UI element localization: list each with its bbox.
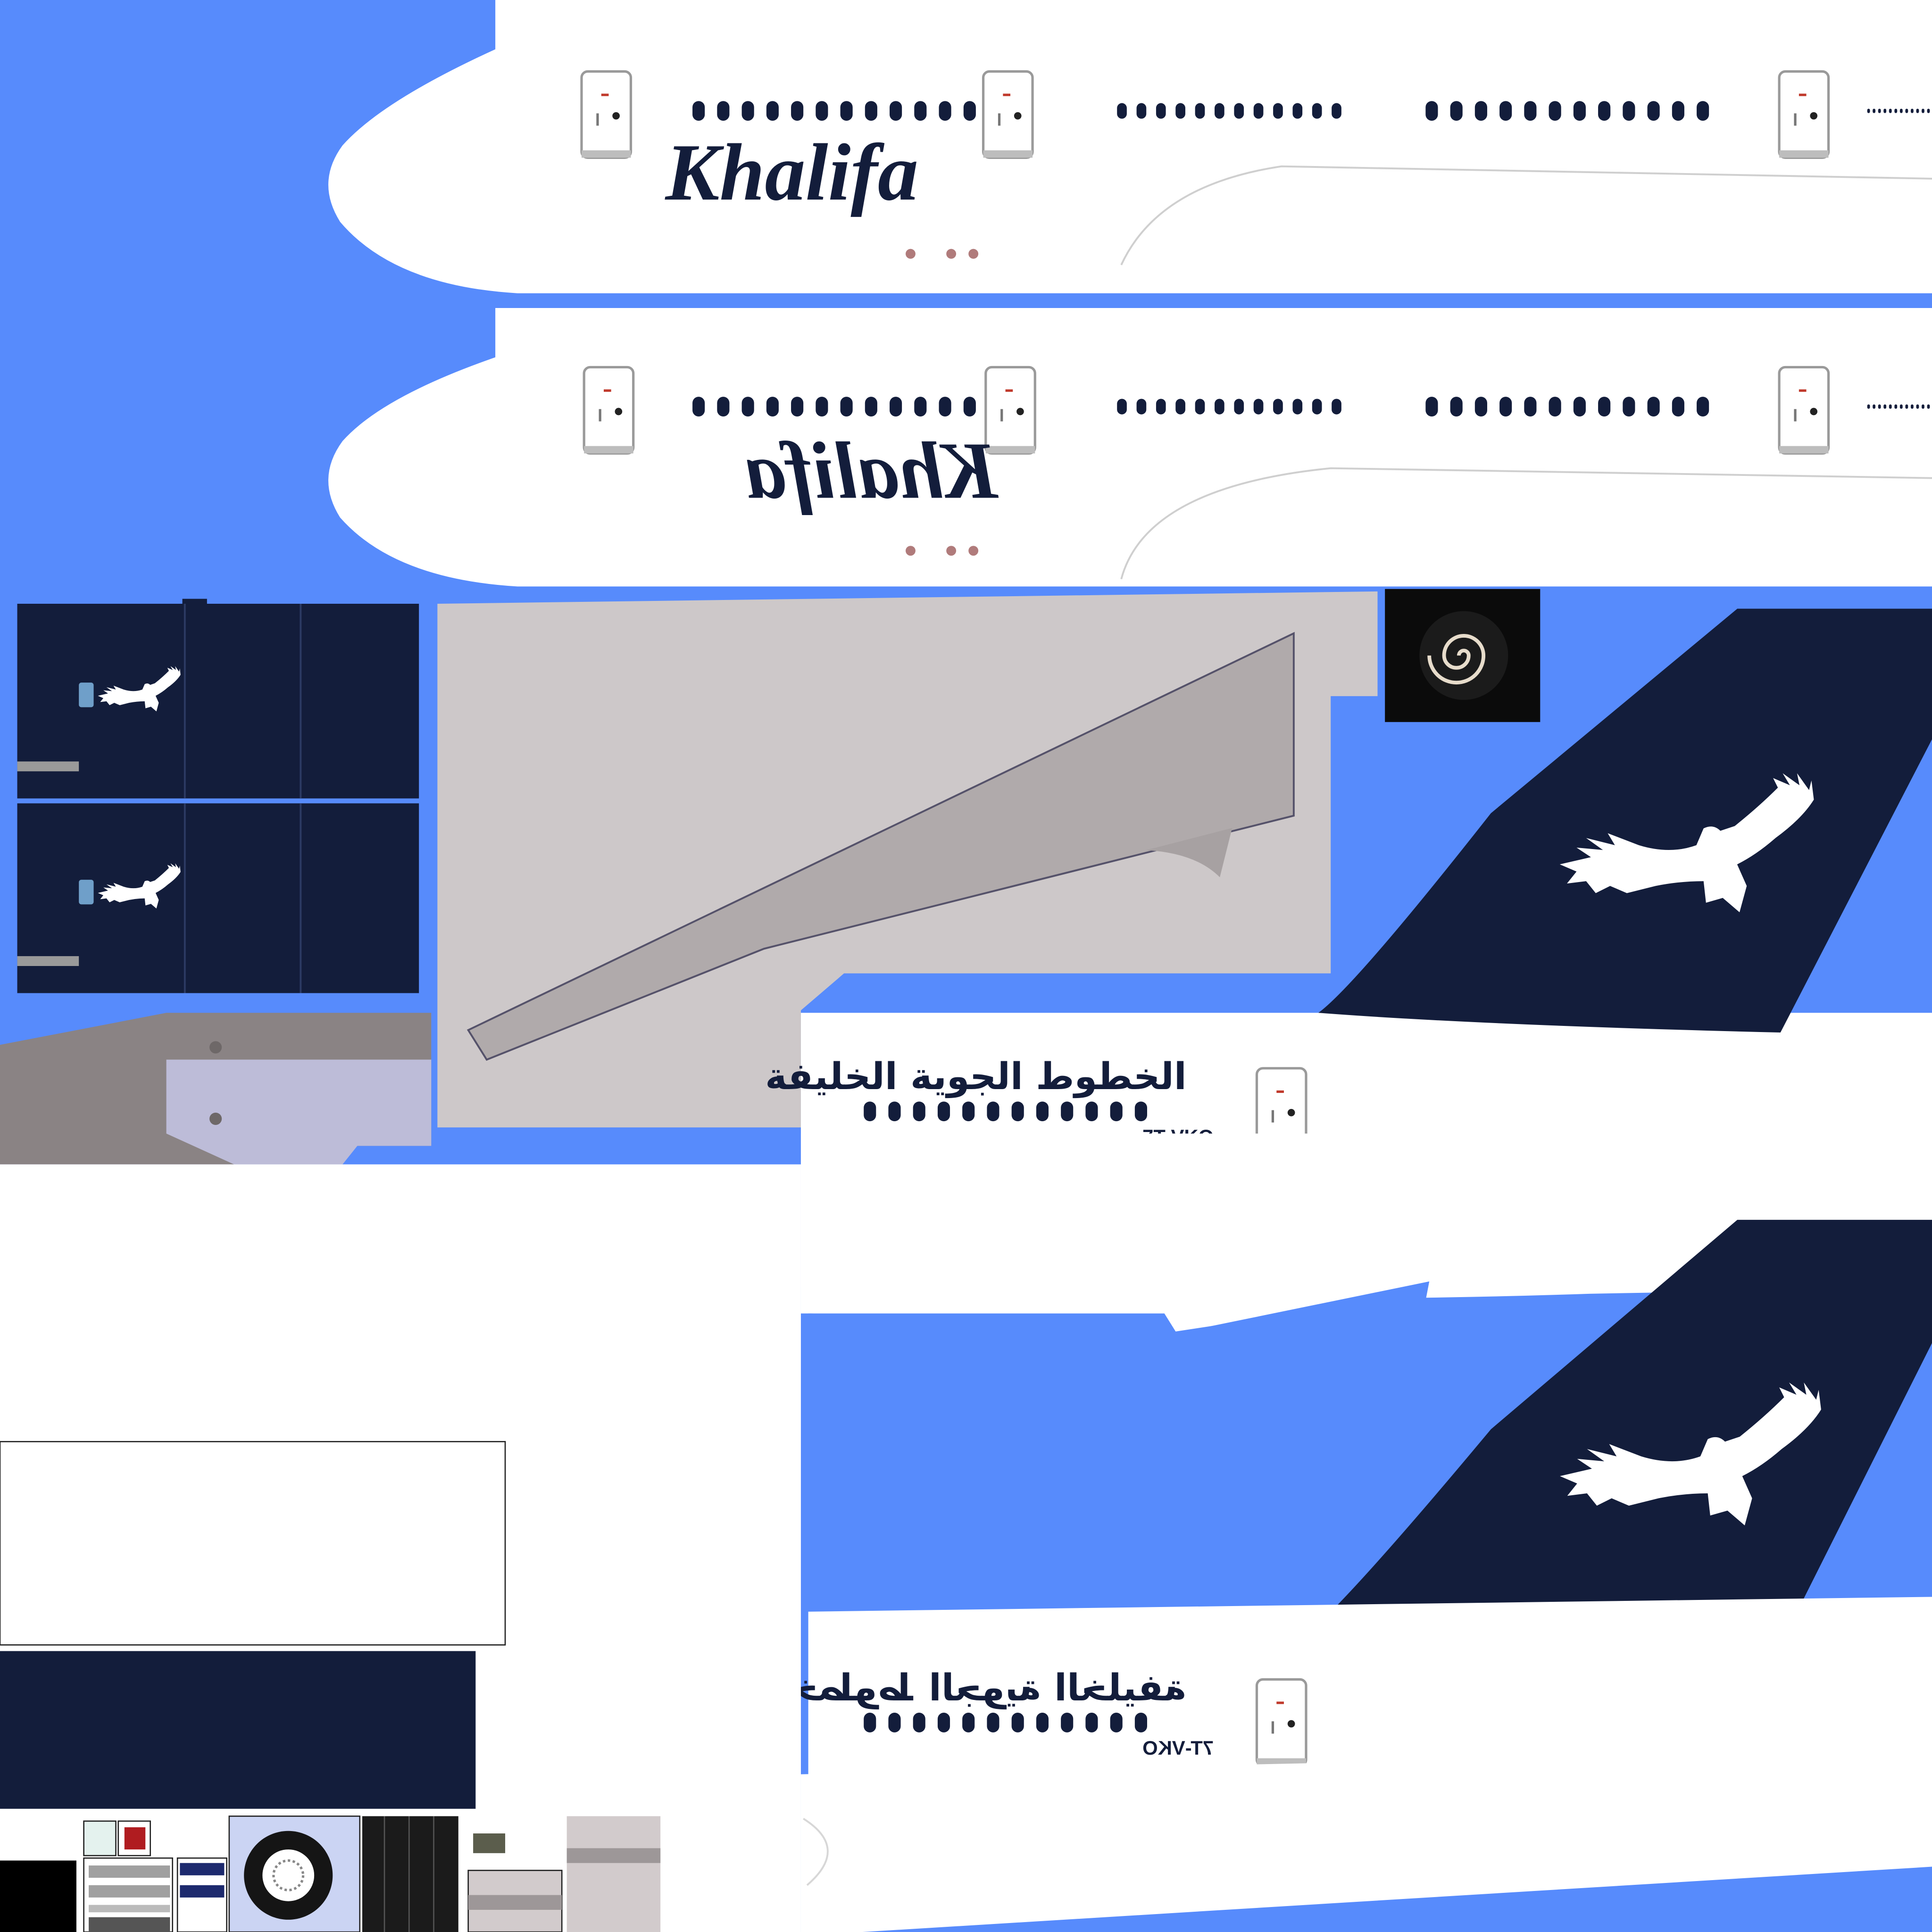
airline-logo-text-mirrored: Khalifa <box>745 425 999 516</box>
cabin-door <box>1779 367 1828 453</box>
spiral-icon <box>1385 589 1541 722</box>
pylon-panel <box>0 1013 432 1165</box>
cabin-door <box>983 72 1033 158</box>
fuselage-right: Khalifa <box>328 308 1932 587</box>
tail-right: الخطوط الجوية الخليفة 7T-VKO <box>765 1133 1932 1932</box>
arabic-airline-name-mirrored: الخطوط الجوية الخليفة <box>765 1666 1187 1709</box>
outlined-panel <box>0 1441 506 1646</box>
engine-cowling-panel <box>17 803 419 993</box>
registration-text-mirrored: 7T-VKO <box>1142 1737 1214 1759</box>
airline-logo-text: Khalifa <box>665 127 918 217</box>
wheel-icon <box>244 1831 333 1920</box>
cabin-door <box>1779 72 1828 158</box>
livery-texture-sheet: Khalifa Khalifa الخطوط الجوية الخليفة ال… <box>0 0 1932 1932</box>
fuselage-left: Khalifa <box>328 0 1932 293</box>
cabin-door <box>1257 1679 1306 1765</box>
cabin-door <box>582 72 631 158</box>
fuselage-mark <box>1387 440 1439 442</box>
navy-panel <box>0 1651 476 1809</box>
arabic-airline-name: الخطوط الجوية الخليفة <box>765 1055 1187 1098</box>
engine-cowling-panel <box>17 599 419 799</box>
cabin-door <box>584 367 633 453</box>
